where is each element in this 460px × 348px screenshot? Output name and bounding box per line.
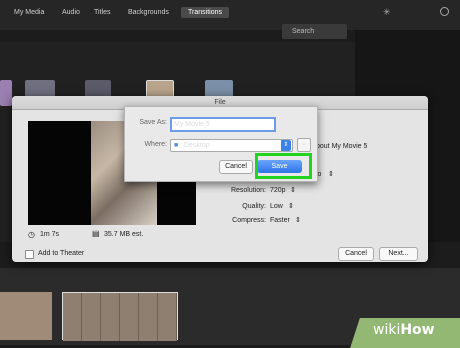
sheet-cancel-button[interactable]: Cancel (219, 160, 253, 174)
tab-my-media[interactable]: My Media (14, 9, 44, 16)
chevron-down-icon: ⌄ (301, 140, 307, 147)
document-icon: ▤ (92, 229, 100, 238)
add-to-theater-checkbox[interactable] (25, 250, 34, 259)
where-label: Where: (144, 141, 167, 148)
compress-label: Compress: (232, 217, 266, 224)
magic-wand-icon[interactable]: ✳ (383, 7, 391, 18)
duration-text: 1m 7s (40, 231, 60, 238)
transition-thumbnail[interactable] (0, 80, 12, 106)
clock-icon: ◷ (28, 230, 35, 239)
timeline-clip[interactable] (62, 292, 178, 341)
save-button-highlight (255, 153, 312, 179)
save-as-label: Save As: (139, 119, 167, 126)
tab-backgrounds[interactable]: Backgrounds (128, 9, 169, 16)
stepper-icon[interactable]: ⇕ (328, 170, 334, 178)
folder-icon: ■ (174, 142, 179, 149)
where-dropdown[interactable]: ■ Desktop ⇕ (170, 139, 293, 152)
media-toolbar: My Media Audio Titles Backgrounds Transi… (0, 0, 460, 30)
expand-button[interactable]: ⌄ (297, 138, 311, 152)
resolution-value[interactable]: 720p (270, 187, 286, 194)
search-input[interactable]: Search (282, 24, 347, 39)
dropdown-arrows-icon: ⇕ (281, 140, 291, 151)
stepper-icon[interactable]: ⇕ (295, 216, 301, 224)
where-value: Desktop (184, 142, 210, 149)
movie-title-text: bout My Movie 5 (316, 143, 368, 150)
quality-label: Quality: (242, 203, 266, 210)
color-balance-icon[interactable] (440, 7, 449, 16)
tab-titles[interactable]: Titles (94, 9, 110, 16)
next-button[interactable]: Next... (379, 247, 418, 261)
cancel-button[interactable]: Cancel (338, 247, 374, 261)
stepper-icon[interactable]: ⇕ (288, 202, 294, 210)
compress-value[interactable]: Faster (270, 217, 290, 224)
tab-audio[interactable]: Audio (62, 9, 80, 16)
save-as-input[interactable]: My Movie 5 (170, 117, 276, 132)
add-to-theater-label: Add to Theater (38, 250, 85, 257)
tab-transitions[interactable]: Transitions (181, 7, 229, 18)
resolution-label: Resolution: (230, 187, 266, 194)
stepper-icon[interactable]: ⇕ (290, 186, 296, 194)
timeline-clip[interactable] (0, 292, 52, 340)
wikihow-logo: wikiHow (373, 322, 435, 338)
file-size-text: 35.7 MB est. (104, 231, 144, 238)
quality-value[interactable]: Low (270, 203, 283, 210)
